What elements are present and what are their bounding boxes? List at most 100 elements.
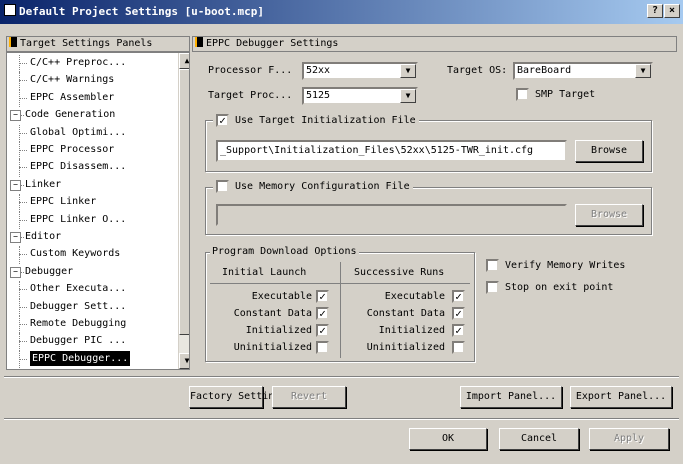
target-processor-label: Target Proc...: [208, 90, 293, 101]
memory-config-browse-button[interactable]: Browse: [575, 204, 643, 226]
revert-button[interactable]: Revert: [272, 386, 346, 408]
tree-item[interactable]: Debugger: [25, 264, 73, 279]
panel-icon: [195, 37, 203, 47]
tree-item[interactable]: C/C++ Warnings: [30, 72, 114, 87]
column-divider: [340, 262, 341, 358]
tree-item[interactable]: C/C++ Preproc...: [30, 55, 126, 70]
init-file-browse-button[interactable]: Browse: [575, 140, 643, 162]
successive-row-label: Initialized: [378, 325, 445, 336]
download-options-label: Program Download Options: [210, 245, 359, 259]
use-init-file-checkbox[interactable]: ✓: [216, 114, 229, 127]
tree-item[interactable]: Remote Debugging: [30, 316, 126, 331]
initial-uninitialized-checkbox[interactable]: [316, 341, 329, 354]
tree-item[interactable]: EPPC Linker: [30, 194, 96, 209]
tree-connector: [19, 281, 20, 299]
successive-row-label: Executable: [384, 291, 445, 302]
tree-connector: [19, 89, 20, 108]
tree-item-selected[interactable]: EPPC Debugger...: [30, 350, 131, 366]
import-panel-button[interactable]: Import Panel...: [460, 386, 562, 408]
tree-item[interactable]: Global Optimi...: [30, 125, 126, 140]
successive-executable-checkbox[interactable]: ✓: [452, 290, 465, 303]
target-os-label: Target OS:: [447, 65, 508, 76]
tree-connector: [19, 324, 27, 325]
tree-connector: [19, 333, 20, 351]
tree-item[interactable]: EPPC Linker O...: [30, 212, 126, 227]
tree-item[interactable]: Code Generation: [25, 107, 115, 122]
smp-target-checkbox[interactable]: [516, 88, 529, 101]
settings-tree[interactable]: ▲ ▼ C/C++ Preproc... C/C++ Warnings EPPC A…: [6, 52, 190, 370]
close-button[interactable]: ×: [664, 4, 680, 18]
tree-item[interactable]: Debugger PIC ...: [30, 333, 126, 348]
tree-connector: [19, 358, 27, 360]
tree-connector: [20, 184, 24, 186]
apply-button[interactable]: Apply: [589, 428, 669, 450]
tree-item[interactable]: Debugger Sett...: [30, 299, 126, 314]
target-processor-value: 5125: [306, 90, 331, 101]
stop-on-exit-checkbox[interactable]: [486, 281, 499, 294]
target-os-select[interactable]: BareBoard ▼: [513, 62, 653, 80]
init-file-toggle[interactable]: ✓ Use Target Initialization File: [213, 114, 419, 128]
target-processor-select[interactable]: 5125 ▼: [302, 87, 418, 105]
successive-uninitialized-checkbox[interactable]: [452, 341, 465, 354]
memory-config-toggle[interactable]: Use Memory Configuration File: [213, 180, 413, 194]
tree-item[interactable]: Editor: [25, 229, 61, 244]
chevron-down-icon[interactable]: ▼: [400, 89, 416, 103]
successive-row-label: Uninitialized: [366, 342, 445, 353]
tree-connector: [19, 246, 20, 264]
tree-connector: [19, 341, 27, 343]
processor-family-label: Processor F...: [208, 65, 293, 76]
target-os-value: BareBoard: [517, 65, 572, 76]
init-file-path-field[interactable]: _Support\Initialization_Files\52xx\5125-…: [216, 140, 567, 162]
help-button[interactable]: ?: [647, 4, 663, 18]
stop-on-exit-label: Stop on exit point: [505, 282, 614, 293]
tree-item[interactable]: Custom Keywords: [30, 246, 120, 261]
panel-icon: [9, 37, 17, 47]
scroll-down-button[interactable]: ▼: [179, 353, 189, 369]
right-panel-header-label: EPPC Debugger Settings: [206, 38, 339, 49]
separator: [4, 418, 679, 420]
scroll-up-button[interactable]: ▲: [179, 53, 189, 69]
tree-connector: [19, 289, 27, 291]
tree-connector: [19, 72, 20, 90]
export-panel-button[interactable]: Export Panel...: [570, 386, 672, 408]
tree-connector: [19, 63, 27, 64]
use-memory-config-checkbox[interactable]: [216, 180, 229, 193]
initial-constant-data-checkbox[interactable]: ✓: [316, 307, 329, 320]
tree-item[interactable]: EPPC Processor: [30, 142, 114, 157]
ok-button[interactable]: OK: [409, 428, 487, 450]
tree-item[interactable]: EPPC Assembler: [30, 90, 114, 105]
tree-item[interactable]: Linker: [25, 177, 61, 192]
verify-memory-checkbox[interactable]: [486, 259, 499, 272]
tree-connector: [19, 97, 27, 99]
cancel-button[interactable]: Cancel: [499, 428, 579, 450]
chevron-down-icon[interactable]: ▼: [635, 64, 651, 78]
tree-connector: [19, 150, 27, 151]
initial-row-label: Constant Data: [233, 308, 312, 319]
initial-executable-checkbox[interactable]: ✓: [316, 290, 329, 303]
tree-connector: [19, 316, 20, 334]
window-icon: [4, 4, 16, 16]
tree-item[interactable]: EPPC Disassem...: [30, 159, 126, 174]
chevron-down-icon[interactable]: ▼: [400, 64, 416, 78]
successive-row-label: Constant Data: [366, 308, 445, 319]
tree-item[interactable]: Other Executa...: [30, 281, 126, 296]
tree-connector: [19, 211, 20, 229]
scroll-thumb[interactable]: [179, 69, 189, 335]
tree-connector: [19, 55, 20, 73]
successive-constant-data-checkbox[interactable]: ✓: [452, 307, 465, 320]
tree-connector: [19, 159, 20, 177]
smp-target-label: SMP Target: [535, 89, 596, 100]
tree-scrollbar[interactable]: ▲ ▼: [178, 53, 189, 369]
tree-connector: [19, 202, 27, 204]
processor-family-select[interactable]: 52xx ▼: [302, 62, 418, 80]
initial-row-label: Executable: [251, 291, 312, 302]
tree-connector: [20, 237, 24, 238]
initial-initialized-checkbox[interactable]: ✓: [316, 324, 329, 337]
memory-config-path-field[interactable]: [216, 204, 567, 226]
successive-initialized-checkbox[interactable]: ✓: [452, 324, 465, 337]
tree-connector: [19, 298, 20, 316]
tree-connector: [19, 350, 20, 369]
col-successive-runs: Successive Runs: [354, 267, 445, 278]
factory-settings-button[interactable]: Factory Settings: [189, 386, 286, 408]
col-initial-launch: Initial Launch: [222, 267, 307, 278]
